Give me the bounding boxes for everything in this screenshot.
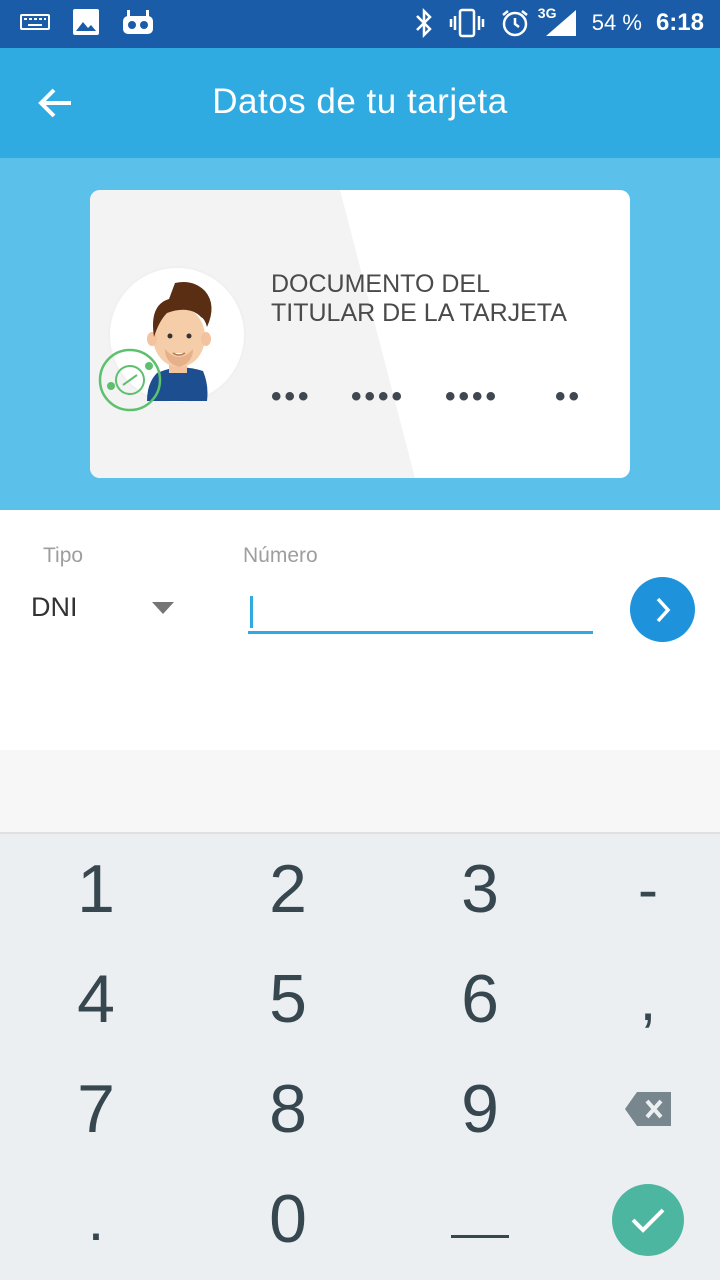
key-2[interactable]: 2 bbox=[198, 834, 378, 944]
tipo-label: Tipo bbox=[43, 544, 84, 567]
alarm-icon bbox=[500, 8, 530, 38]
done-key[interactable] bbox=[612, 1184, 684, 1256]
underscore-icon bbox=[451, 1235, 509, 1238]
key-dot[interactable]: . bbox=[6, 1164, 186, 1274]
clock: 6:18 bbox=[655, 9, 704, 36]
keyboard-divider bbox=[0, 750, 720, 832]
mask-group: ••• bbox=[271, 380, 312, 413]
key-4[interactable]: 4 bbox=[6, 944, 186, 1054]
numero-input[interactable] bbox=[248, 586, 593, 634]
card-hero: DOCUMENTO DEL TITULAR DE LA TARJETA ••• … bbox=[0, 158, 720, 510]
mask-group: •• bbox=[555, 380, 583, 413]
document-form: Tipo DNI Número bbox=[0, 510, 720, 750]
key-1[interactable]: 1 bbox=[6, 834, 186, 944]
keyboard-icon bbox=[20, 12, 50, 32]
image-icon bbox=[72, 8, 100, 36]
robot-icon bbox=[122, 8, 154, 36]
key-5[interactable]: 5 bbox=[198, 944, 378, 1054]
key-0[interactable]: 0 bbox=[198, 1164, 378, 1274]
key-comma[interactable]: , bbox=[558, 944, 720, 1054]
avatar bbox=[98, 265, 247, 412]
page-title: Datos de tu tarjeta bbox=[212, 82, 508, 121]
dropdown-arrow-icon bbox=[152, 602, 174, 614]
checkmark-icon bbox=[631, 1208, 665, 1233]
mask-group: •••• bbox=[445, 380, 500, 413]
text-cursor bbox=[250, 596, 253, 628]
app-bar: Datos de tu tarjeta bbox=[0, 48, 720, 158]
card-title-line1: DOCUMENTO DEL bbox=[271, 270, 491, 298]
backspace-key[interactable] bbox=[558, 1054, 720, 1164]
card-number-mask: ••• •••• •••• •• bbox=[271, 380, 591, 413]
mask-group: •••• bbox=[351, 380, 406, 413]
card-title: DOCUMENTO DEL TITULAR DE LA TARJETA bbox=[271, 270, 611, 328]
numero-label: Número bbox=[243, 544, 318, 567]
backspace-icon bbox=[625, 1092, 671, 1126]
next-button[interactable] bbox=[630, 577, 695, 642]
signal-icon: 3G bbox=[538, 5, 578, 38]
key-6[interactable]: 6 bbox=[390, 944, 570, 1054]
status-bar: 3G 54 % 6:18 bbox=[0, 0, 720, 48]
key-3[interactable]: 3 bbox=[390, 834, 570, 944]
key-7[interactable]: 7 bbox=[6, 1054, 186, 1164]
numeric-keypad: 1 2 3 - 4 5 6 , 7 8 9 . 0 bbox=[0, 832, 720, 1280]
chevron-right-icon bbox=[656, 597, 670, 622]
bluetooth-icon bbox=[414, 8, 434, 38]
key-minus[interactable]: - bbox=[558, 834, 720, 944]
key-9[interactable]: 9 bbox=[390, 1054, 570, 1164]
verified-badge-icon bbox=[98, 348, 162, 412]
vibrate-icon bbox=[448, 8, 486, 38]
tipo-value: DNI bbox=[31, 592, 78, 622]
battery-level: 54 % bbox=[591, 10, 642, 35]
card-preview: DOCUMENTO DEL TITULAR DE LA TARJETA ••• … bbox=[90, 190, 630, 478]
key-underscore[interactable] bbox=[390, 1164, 570, 1274]
card-title-line2: TITULAR DE LA TARJETA bbox=[271, 299, 567, 327]
key-8[interactable]: 8 bbox=[198, 1054, 378, 1164]
